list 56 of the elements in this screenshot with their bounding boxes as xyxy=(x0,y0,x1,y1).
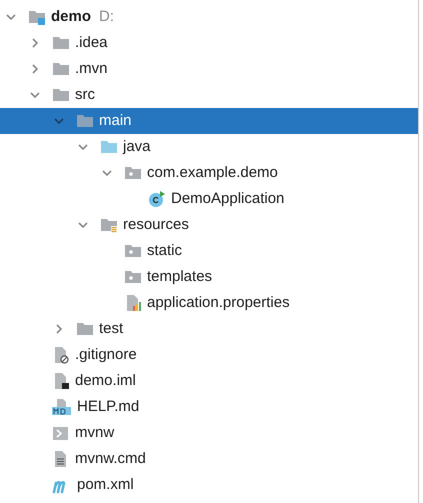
item-label: mvnw.cmd xyxy=(75,448,146,469)
folder-icon xyxy=(52,34,70,52)
item-label: .gitignore xyxy=(75,344,137,365)
item-label: demo xyxy=(51,6,92,27)
package-folder-icon xyxy=(124,164,142,182)
package-folder-icon xyxy=(124,268,142,286)
tree-item[interactable]: mvnw.cmd xyxy=(0,446,418,472)
item-label: main xyxy=(99,110,132,131)
tree-item[interactable]: application.properties xyxy=(0,290,418,316)
folder-icon xyxy=(76,320,94,338)
tree-item[interactable]: .gitignore xyxy=(0,342,418,368)
properties-file-icon xyxy=(124,294,142,312)
item-label: mvnw xyxy=(75,422,114,443)
project-path: D: xyxy=(99,6,114,27)
markdown-file-icon xyxy=(52,398,72,416)
module-file-icon xyxy=(52,372,70,390)
item-label: src xyxy=(75,84,95,105)
item-label: static xyxy=(147,240,182,261)
tree-item[interactable]: pom.xml xyxy=(0,472,418,498)
item-label: demo.iml xyxy=(75,370,136,391)
item-label: .mvn xyxy=(75,58,108,79)
item-label: com.example.demo xyxy=(147,162,278,183)
tree-item[interactable]: mvnw xyxy=(0,420,418,446)
folder-icon xyxy=(100,138,118,156)
tree-item[interactable]: templates xyxy=(0,264,418,290)
item-label: templates xyxy=(147,266,212,287)
terminal-file-icon xyxy=(52,424,70,442)
package-folder-icon xyxy=(124,242,142,260)
item-label: DemoApplication xyxy=(171,188,284,209)
item-label: application.properties xyxy=(147,292,290,313)
ignored-file-icon xyxy=(52,346,70,364)
tree-item[interactable]: demo.iml xyxy=(0,368,418,394)
tree-item[interactable]: .mvn xyxy=(0,56,418,82)
tree-item[interactable]: src xyxy=(0,82,418,108)
selected-tree-item[interactable]: main xyxy=(0,108,418,134)
tree-item[interactable]: test xyxy=(0,316,418,342)
tree-item[interactable]: DemoApplication xyxy=(0,186,418,212)
folder-icon xyxy=(52,86,70,104)
item-label: java xyxy=(123,136,151,157)
item-label: pom.xml xyxy=(77,474,134,495)
item-label: resources xyxy=(123,214,189,235)
folder-icon xyxy=(52,60,70,78)
resources-folder-icon xyxy=(100,216,118,234)
tree-item[interactable]: static xyxy=(0,238,418,264)
module-folder-icon xyxy=(28,8,46,26)
tree-item[interactable]: HELP.md xyxy=(0,394,418,420)
class-icon xyxy=(148,190,166,208)
tree-item[interactable]: java xyxy=(0,134,418,160)
tree-item[interactable]: .idea xyxy=(0,30,418,56)
item-label: .idea xyxy=(75,32,108,53)
tree-item[interactable]: demo D: xyxy=(0,4,418,30)
item-label: test xyxy=(99,318,124,339)
folder-icon xyxy=(76,112,94,130)
item-label: HELP.md xyxy=(77,396,140,417)
tree-item[interactable]: resources xyxy=(0,212,418,238)
tree-item[interactable]: com.example.demo xyxy=(0,160,418,186)
